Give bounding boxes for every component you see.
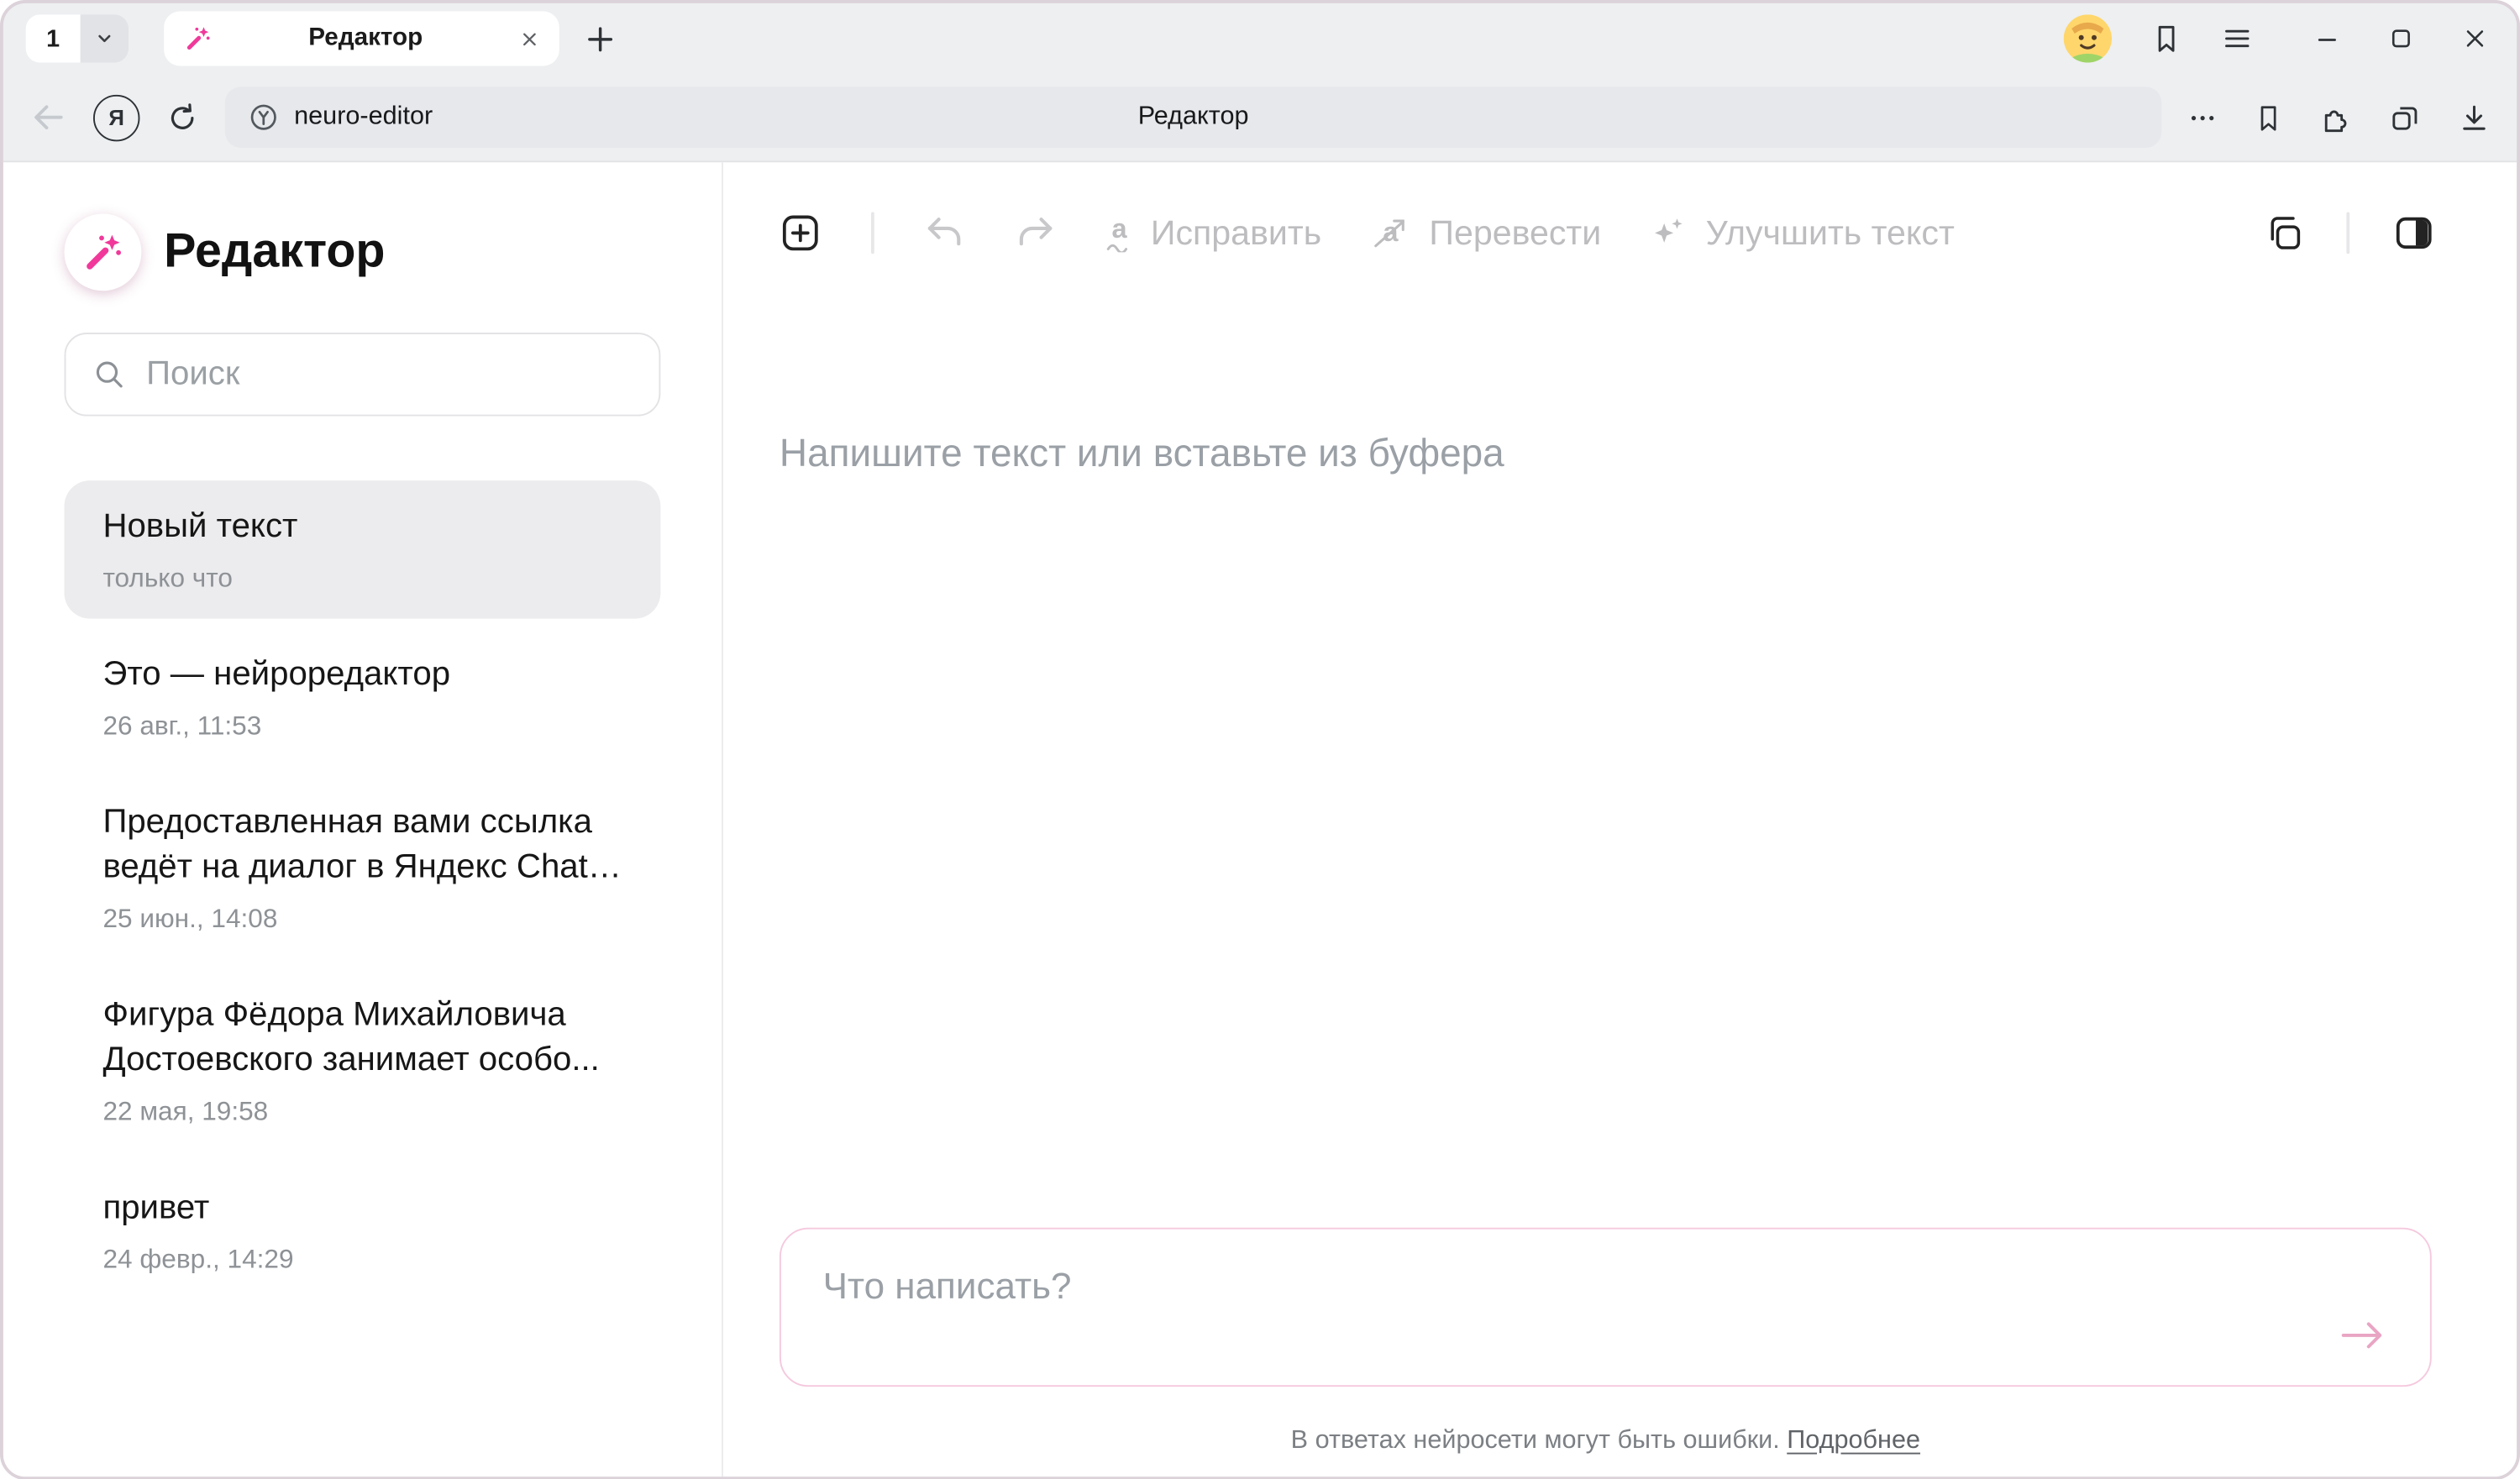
screen: 1 Редактор xyxy=(0,0,2520,1479)
list-item[interactable]: Новый текст только что xyxy=(65,480,661,619)
minimize-icon[interactable] xyxy=(2314,26,2340,52)
menu-icon[interactable] xyxy=(2221,23,2253,55)
editor-toolbar-right xyxy=(2263,211,2437,256)
document-list: Новый текст только что Это — нейроредакт… xyxy=(65,480,661,1300)
undo-icon[interactable] xyxy=(922,212,966,255)
document-title: Новый текст xyxy=(102,505,622,550)
editor-toolbar: а Исправить а Перевести xyxy=(723,162,2517,303)
copy-icon[interactable] xyxy=(2263,212,2305,254)
side-panel-bookmark-icon[interactable] xyxy=(2150,23,2182,55)
editor-pane: а Исправить а Перевести xyxy=(723,162,2517,1476)
browser-tab-editor[interactable]: Редактор xyxy=(164,11,559,66)
list-item[interactable]: привет 24 февр., 14:29 xyxy=(65,1162,661,1300)
document-date: только что xyxy=(102,564,622,595)
disclaimer-text: В ответах нейросети могут быть ошибки. xyxy=(1291,1426,1780,1454)
tab-bar-right xyxy=(2064,14,2495,62)
fix-text-label: Исправить xyxy=(1151,213,1321,254)
editor-placeholder[interactable]: Напишите текст или вставьте из буфера xyxy=(780,433,1504,478)
yandex-letter: Я xyxy=(108,105,124,129)
back-icon[interactable] xyxy=(29,98,67,137)
page-content: Редактор Новый текст только что Это — не… xyxy=(3,160,2517,1476)
document-date: 26 авг., 11:53 xyxy=(102,712,622,742)
document-title: Это — нейроредактор xyxy=(102,653,622,698)
toolbar-right xyxy=(2187,101,2491,134)
fix-text-button[interactable]: а Исправить xyxy=(1105,213,1321,254)
tabs-collections-icon[interactable] xyxy=(2388,101,2422,134)
tab-title: Редактор xyxy=(225,24,507,53)
app-logo-wand-icon xyxy=(65,213,142,291)
divider xyxy=(871,212,874,254)
search-icon xyxy=(92,357,127,392)
document-date: 25 июн., 14:08 xyxy=(102,905,622,935)
address-url: neuro-editor xyxy=(294,102,433,131)
list-item[interactable]: Фигура Фёдора Михайловича Достоевского з… xyxy=(65,969,661,1152)
yandex-button[interactable]: Я xyxy=(93,94,139,140)
document-title: Предоставленная вами ссылка ведёт на диа… xyxy=(102,800,622,890)
side-panel-toggle-icon[interactable] xyxy=(2391,211,2437,256)
send-icon[interactable] xyxy=(2334,1314,2391,1356)
translate-icon: а xyxy=(1370,213,1412,252)
list-item[interactable]: Это — нейроредактор 26 авг., 11:53 xyxy=(65,628,661,767)
extensions-puzzle-icon[interactable] xyxy=(2319,101,2353,134)
window-controls xyxy=(2314,26,2488,52)
document-date: 24 февр., 14:29 xyxy=(102,1246,622,1276)
more-icon[interactable] xyxy=(2187,102,2218,132)
maximize-icon[interactable] xyxy=(2388,26,2414,52)
app-logo-row: Редактор xyxy=(65,213,661,291)
browser-toolbar: Я neuro-editor Редактор xyxy=(3,74,2517,160)
improve-text-label: Улучшить текст xyxy=(1706,213,1955,254)
redo-icon[interactable] xyxy=(1014,212,1058,255)
tab-group-button[interactable]: 1 xyxy=(26,14,129,62)
prompt-input[interactable] xyxy=(781,1229,2430,1385)
list-item[interactable]: Предоставленная вами ссылка ведёт на диа… xyxy=(65,776,661,959)
improve-text-button[interactable]: Улучшить текст xyxy=(1650,213,1955,254)
page-title: Редактор xyxy=(225,102,2161,131)
close-window-icon[interactable] xyxy=(2462,26,2488,52)
search-input[interactable] xyxy=(146,355,633,394)
reload-icon[interactable] xyxy=(165,101,199,134)
divider xyxy=(2346,212,2349,254)
new-document-icon[interactable] xyxy=(778,211,823,256)
translate-button[interactable]: а Перевести xyxy=(1370,213,1602,254)
wand-icon xyxy=(183,24,212,53)
avatar[interactable] xyxy=(2064,14,2112,62)
address-bar[interactable]: neuro-editor Редактор xyxy=(225,87,2161,148)
chevron-down-icon[interactable] xyxy=(81,14,129,62)
tab-close-icon[interactable] xyxy=(519,28,540,49)
translate-label: Перевести xyxy=(1429,213,1601,254)
spellcheck-icon: а xyxy=(1105,214,1133,251)
browser-window: 1 Редактор xyxy=(0,0,2520,1479)
document-date: 22 мая, 19:58 xyxy=(102,1098,622,1128)
prompt-box xyxy=(780,1227,2432,1386)
sparkles-icon xyxy=(1650,213,1688,252)
tab-group-count: 1 xyxy=(26,14,81,62)
disclaimer: В ответах нейросети могут быть ошибки. П… xyxy=(780,1426,2432,1455)
document-title: Фигура Фёдора Михайловича Достоевского з… xyxy=(102,993,622,1083)
bookmark-icon[interactable] xyxy=(2253,102,2283,132)
document-title: привет xyxy=(102,1186,622,1231)
download-icon[interactable] xyxy=(2457,101,2491,134)
app-title: Редактор xyxy=(164,225,385,280)
tab-bar: 1 Редактор xyxy=(3,3,2517,74)
sidebar: Редактор Новый текст только что Это — не… xyxy=(3,162,723,1476)
search-box[interactable] xyxy=(65,333,661,416)
disclaimer-link[interactable]: Подробнее xyxy=(1787,1426,1920,1454)
new-tab-button[interactable] xyxy=(585,24,615,54)
